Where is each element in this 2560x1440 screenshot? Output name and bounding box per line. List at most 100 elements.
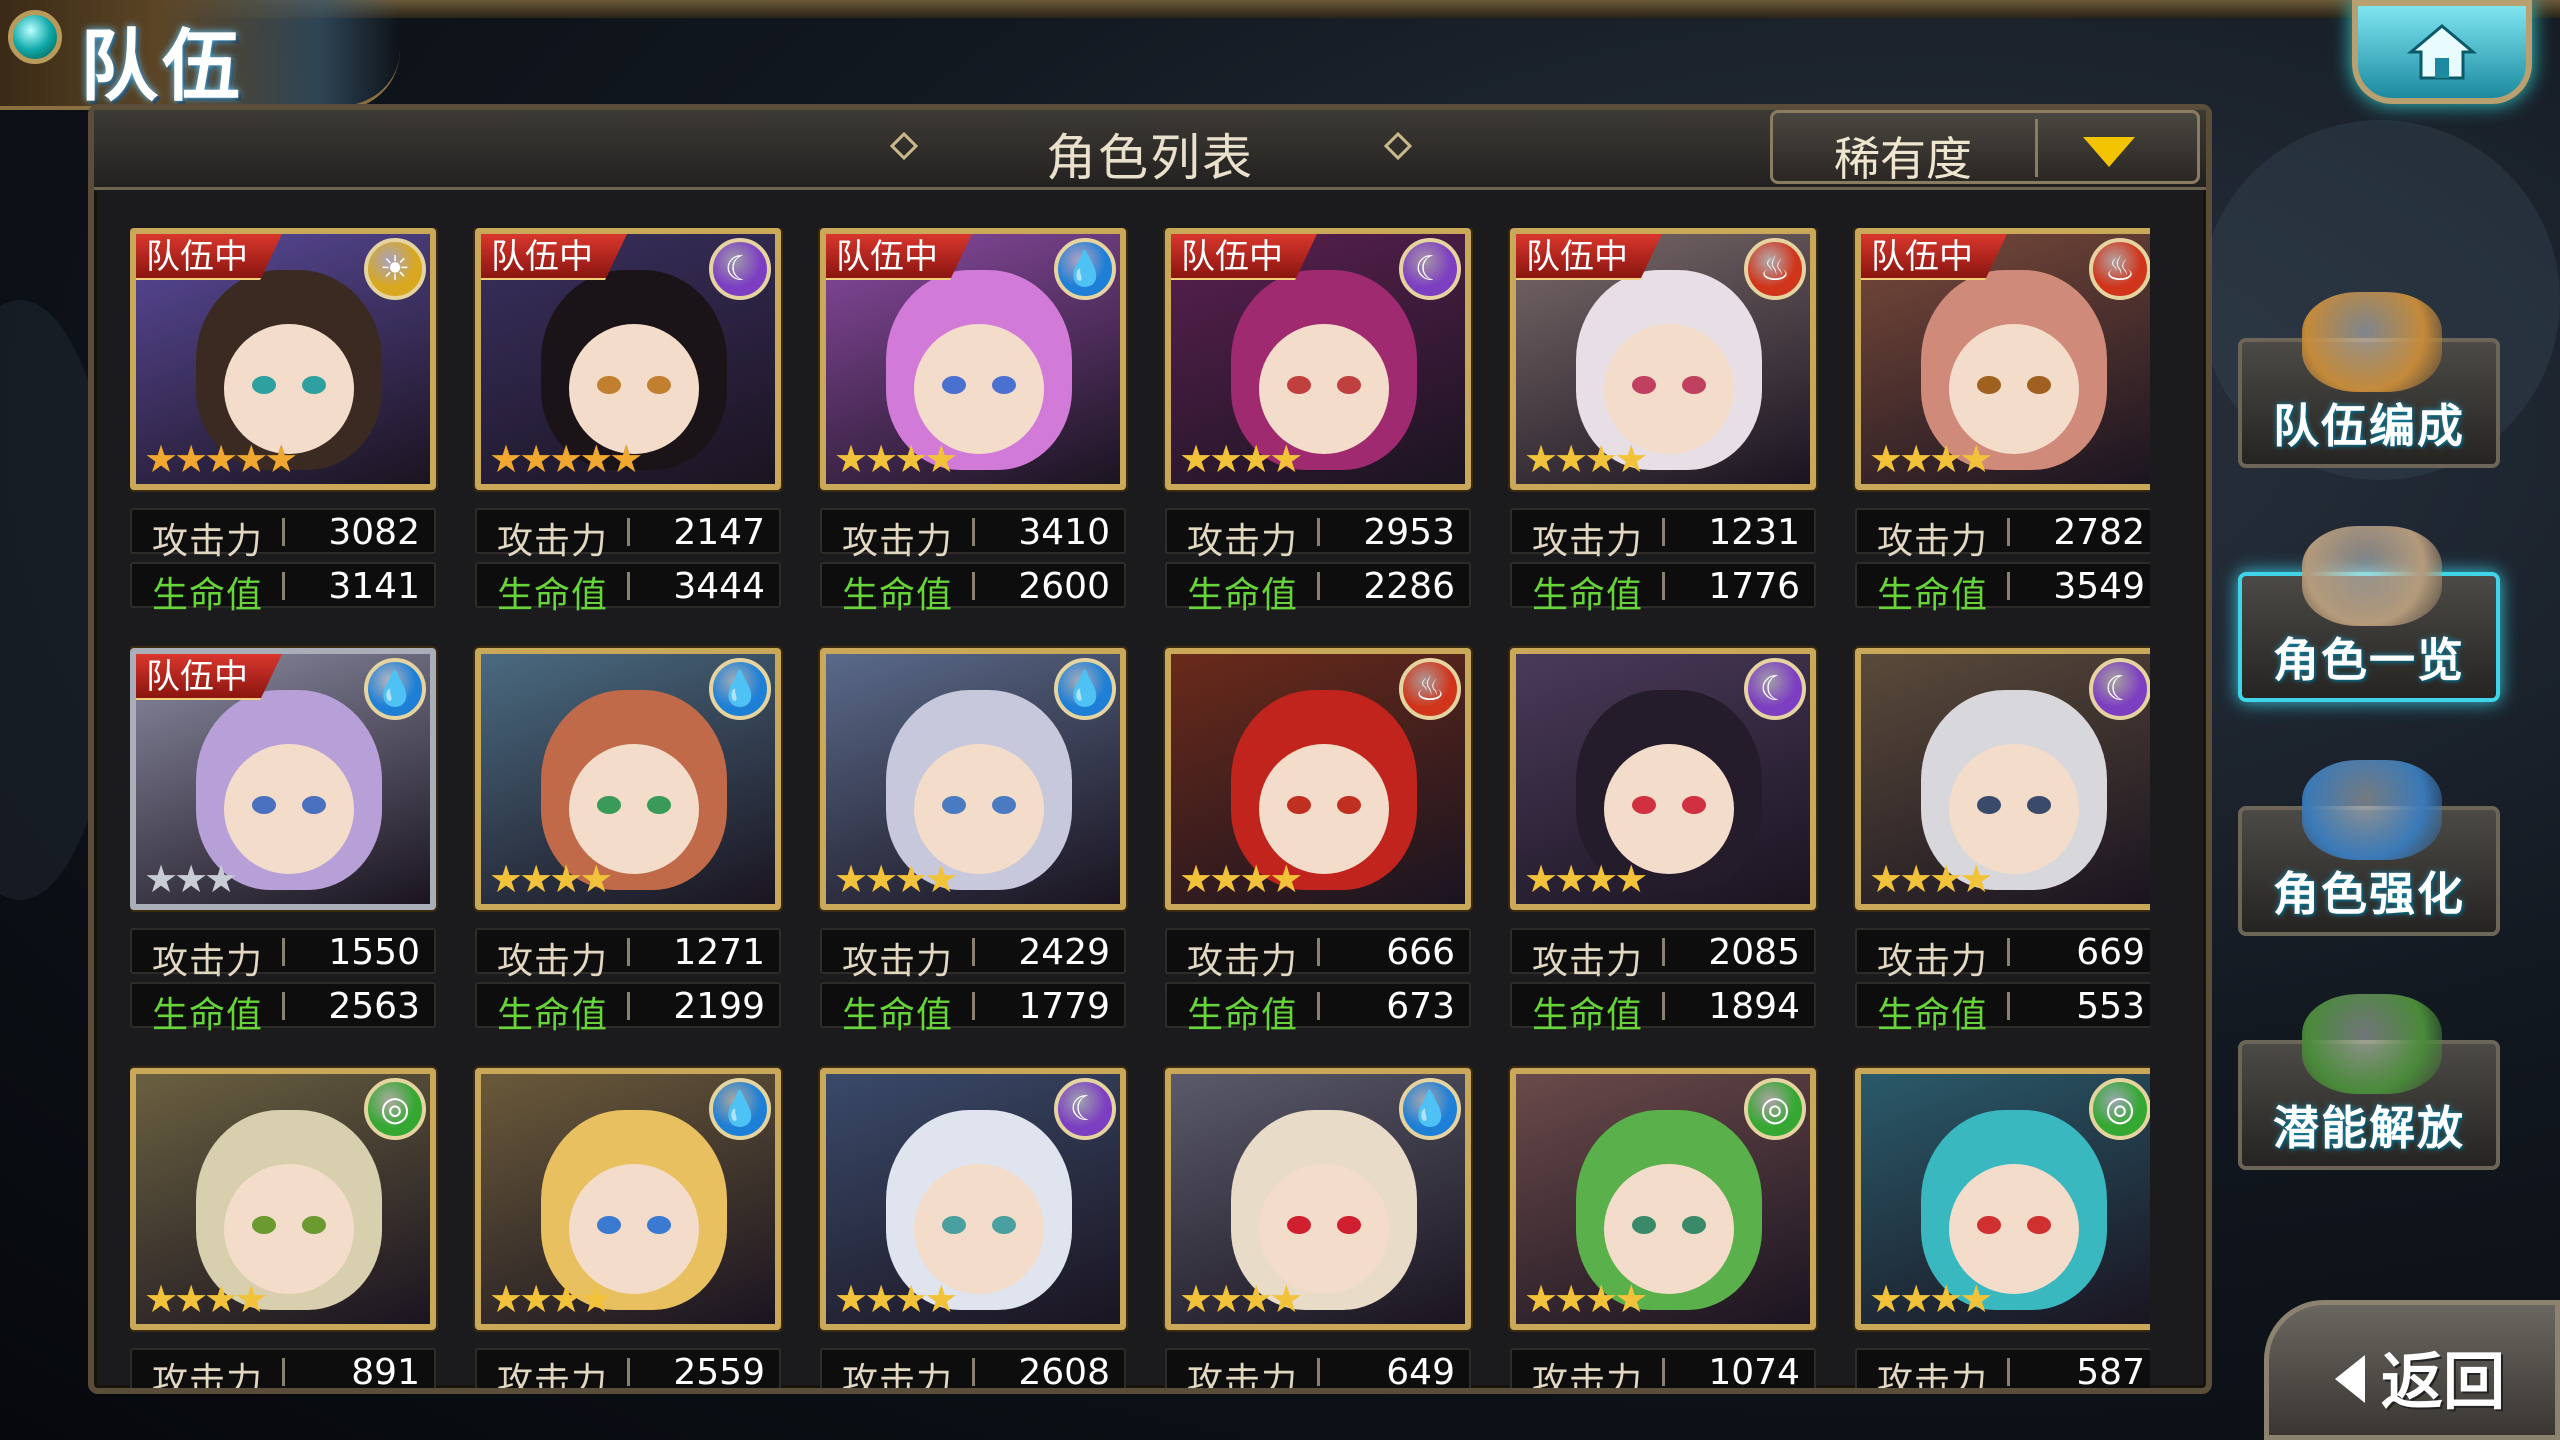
character-eye	[252, 1216, 276, 1234]
character-portrait: ♨ ★★★★	[1165, 648, 1471, 910]
attack-label: 攻击力	[1877, 521, 1989, 562]
character-card[interactable]: 💧 ★★★★ 攻击力 2559	[475, 1068, 781, 1388]
hp-stat: 生命值 2199	[475, 982, 781, 1036]
hp-value: 1894	[1708, 986, 1800, 1027]
hp-value: 1779	[1018, 986, 1110, 1027]
hp-label: 生命值	[497, 995, 609, 1036]
rarity-stars: ★★★★	[834, 857, 958, 901]
divider	[627, 1358, 630, 1386]
character-card[interactable]: 队伍中 ♨ ★★★★ 攻击力 1231 生命值 1776	[1510, 228, 1816, 616]
character-face	[569, 324, 699, 454]
crystal-icon	[2302, 760, 2442, 860]
wind-swirl-icon: ◎	[1744, 1078, 1806, 1140]
back-button[interactable]: 返回	[2264, 1300, 2560, 1440]
character-card[interactable]: ◎ ★★★★ 攻击力 1074	[1510, 1068, 1816, 1388]
character-card[interactable]: 队伍中 ☾ ★★★★★ 攻击力 2147 生命值 3444	[475, 228, 781, 616]
character-face	[1949, 744, 2079, 874]
flame-icon: ♨	[1744, 238, 1806, 300]
character-card[interactable]: 队伍中 ☾ ★★★★ 攻击力 2953 生命值 2286	[1165, 228, 1471, 616]
hp-value: 1776	[1708, 566, 1800, 607]
attack-label: 攻击力	[1532, 941, 1644, 982]
divider	[627, 518, 630, 546]
in-party-badge: 队伍中	[1861, 234, 2007, 280]
attack-stat: 攻击力 666	[1165, 928, 1471, 982]
character-face	[224, 744, 354, 874]
divider	[1662, 992, 1665, 1020]
character-list-button[interactable]: 角色一览	[2238, 526, 2500, 702]
divider	[2007, 518, 2010, 546]
hp-stat: 生命值 1779	[820, 982, 1126, 1036]
character-eye	[992, 376, 1016, 394]
sort-dropdown[interactable]: 稀有度	[1770, 110, 2200, 186]
hp-value: 2286	[1363, 566, 1455, 607]
attack-value: 2782	[2053, 512, 2145, 553]
character-face	[914, 1164, 1044, 1294]
rarity-stars: ★★★★★	[489, 437, 643, 481]
attack-stat: 攻击力 2085	[1510, 928, 1816, 982]
character-card[interactable]: 队伍中 💧 ★★★ 攻击力 1550 生命值 2563	[130, 648, 436, 1036]
character-grid[interactable]: 队伍中 ☀ ★★★★★ 攻击力 3082 生命值 3141 队伍中 ☾ ★★★★★ 攻击力 2147 生…	[130, 228, 2150, 1388]
rarity-stars: ★★★★★	[144, 437, 298, 481]
attack-value: 1231	[1708, 512, 1800, 553]
attack-label: 攻击力	[152, 1361, 264, 1388]
gem-icon	[8, 10, 62, 64]
flame-icon: ♨	[1399, 658, 1461, 720]
game-screen: 队伍 角色列表 稀有度 队伍中 ☀ ★★★★★ 攻击力 3082 生命值 3141 队伍中 ☾ ★…	[0, 0, 2560, 1440]
character-card[interactable]: 队伍中 💧 ★★★★ 攻击力 3410 生命值 2600	[820, 228, 1126, 616]
character-portrait: ◎ ★★★★	[1855, 1068, 2150, 1330]
attack-value: 1550	[328, 932, 420, 973]
rarity-stars: ★★★★	[1869, 857, 1993, 901]
hp-stat: 生命值 553	[1855, 982, 2150, 1036]
home-button[interactable]	[2352, 0, 2532, 104]
attack-value: 3082	[328, 512, 420, 553]
rarity-stars: ★★★★	[1869, 1277, 1993, 1321]
character-portrait: ☾ ★★★★	[1855, 648, 2150, 910]
attack-label: 攻击力	[497, 1361, 609, 1388]
divider	[1317, 1358, 1320, 1386]
character-eye	[597, 796, 621, 814]
character-face	[1604, 744, 1734, 874]
divider	[972, 938, 975, 966]
potential-unlock-button[interactable]: 潜能解放	[2238, 994, 2500, 1170]
character-card[interactable]: ♨ ★★★★ 攻击力 666 生命值 673	[1165, 648, 1471, 1036]
attack-stat: 攻击力 2429	[820, 928, 1126, 982]
character-portrait: 队伍中 ♨ ★★★★	[1510, 228, 1816, 490]
back-label: 返回	[2381, 1345, 2506, 1418]
orb-icon	[2302, 994, 2442, 1094]
hp-value: 2600	[1018, 566, 1110, 607]
character-card[interactable]: ◎ ★★★★ 攻击力 587	[1855, 1068, 2150, 1388]
rarity-stars: ★★★★	[1179, 1277, 1303, 1321]
character-card[interactable]: 队伍中 ♨ ★★★★ 攻击力 2782 生命值 3549	[1855, 228, 2150, 616]
character-card[interactable]: ☾ ★★★★ 攻击力 669 生命值 553	[1855, 648, 2150, 1036]
character-face	[1259, 1164, 1389, 1294]
divider	[282, 1358, 285, 1386]
character-card[interactable]: 💧 ★★★★ 攻击力 1271 生命值 2199	[475, 648, 781, 1036]
moon-icon: ☾	[1744, 658, 1806, 720]
hp-value: 673	[1386, 986, 1455, 1027]
home-icon	[2407, 24, 2477, 80]
divider	[1317, 572, 1320, 600]
character-face	[569, 744, 699, 874]
character-card[interactable]: 队伍中 ☀ ★★★★★ 攻击力 3082 生命值 3141	[130, 228, 436, 616]
attack-stat: 攻击力 587	[1855, 1348, 2150, 1388]
character-card[interactable]: ◎ ★★★★ 攻击力 891	[130, 1068, 436, 1388]
character-card[interactable]: 💧 ★★★★ 攻击力 649	[1165, 1068, 1471, 1388]
divider	[282, 938, 285, 966]
attack-stat: 攻击力 2147	[475, 508, 781, 562]
in-party-badge: 队伍中	[136, 654, 282, 700]
character-portrait: ◎ ★★★★	[1510, 1068, 1816, 1330]
divider	[2007, 938, 2010, 966]
in-party-badge: 队伍中	[826, 234, 972, 280]
character-eye	[597, 376, 621, 394]
moon-icon: ☾	[709, 238, 771, 300]
character-card[interactable]: ☾ ★★★★ 攻击力 2608	[820, 1068, 1126, 1388]
character-card[interactable]: ☾ ★★★★ 攻击力 2085 生命值 1894	[1510, 648, 1816, 1036]
attack-value: 2559	[673, 1352, 765, 1388]
character-enhance-button[interactable]: 角色强化	[2238, 760, 2500, 936]
team-formation-button[interactable]: 队伍编成	[2238, 292, 2500, 468]
character-card[interactable]: 💧 ★★★★ 攻击力 2429 生命值 1779	[820, 648, 1126, 1036]
character-face	[1259, 324, 1389, 454]
rarity-stars: ★★★★	[1179, 857, 1303, 901]
moon-icon: ☾	[1399, 238, 1461, 300]
character-eye	[1632, 1216, 1656, 1234]
